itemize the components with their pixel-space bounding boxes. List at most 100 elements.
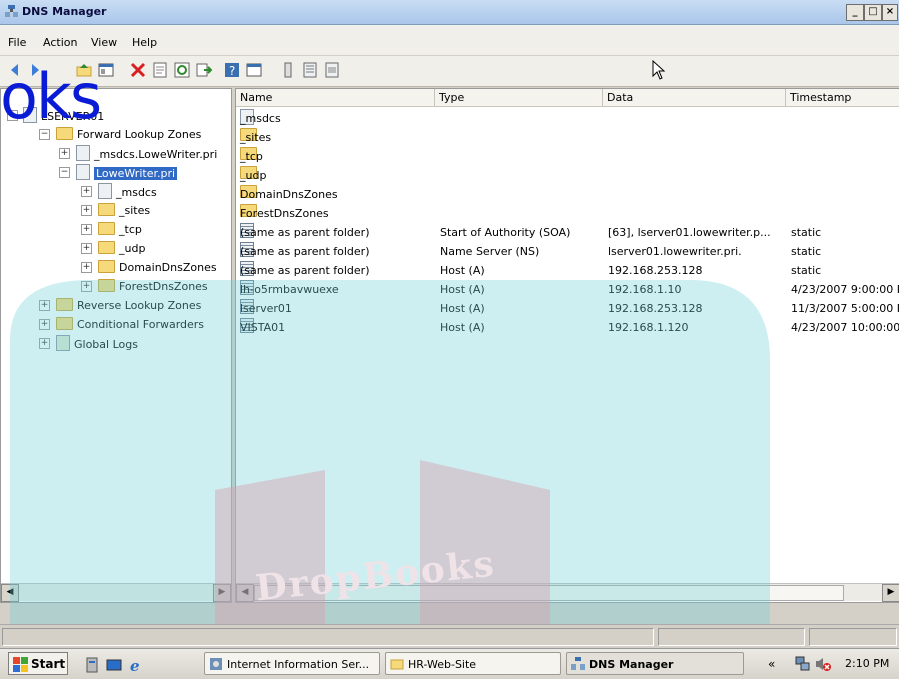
zone-icon <box>76 145 90 161</box>
taskbar-button-dns-manager[interactable]: DNS Manager <box>566 652 744 675</box>
tree-item-lowewriter-pri[interactable]: − LoweWriter.pri <box>59 164 178 181</box>
zone-icon[interactable] <box>302 62 318 78</box>
properties-icon[interactable] <box>152 62 168 78</box>
maximize-button[interactable]: □ <box>864 4 882 21</box>
table-row[interactable]: (same as parent folder) Start of Authori… <box>236 223 899 242</box>
list-horizontal-scrollbar[interactable]: ◀ ▶ <box>236 583 899 602</box>
cell-timestamp: 4/23/2007 10:00:00 <box>791 321 899 334</box>
cell-timestamp: 11/3/2007 5:00:00 P <box>791 302 899 315</box>
list-item[interactable]: _msdcs <box>236 109 899 128</box>
tree-item-udp[interactable]: + _udp <box>81 240 145 257</box>
svg-text:e: e <box>130 657 140 673</box>
forward-icon[interactable] <box>26 62 42 78</box>
record-icon[interactable] <box>324 62 340 78</box>
cell-data: lserver01.lowewriter.pri. <box>608 245 742 258</box>
expand-toggle[interactable]: + <box>81 281 92 292</box>
tree-item-forward-lookup-zones[interactable]: − Forward Lookup Zones <box>39 126 201 143</box>
table-row[interactable]: (same as parent folder) Host (A) 192.168… <box>236 261 899 280</box>
column-header-data[interactable]: Data <box>603 89 786 107</box>
expand-toggle[interactable]: + <box>81 243 92 254</box>
expand-toggle[interactable]: + <box>81 224 92 235</box>
menu-file[interactable]: File <box>8 36 26 49</box>
tree-item-reverse-lookup-zones[interactable]: + Reverse Lookup Zones <box>39 297 201 314</box>
tree-item-conditional-forwarders[interactable]: + Conditional Forwarders <box>39 316 204 333</box>
tree-item-sites[interactable]: + _sites <box>81 202 150 219</box>
folder-icon <box>98 279 115 292</box>
delete-icon[interactable] <box>130 62 146 78</box>
tree-item-domaindnszones[interactable]: + DomainDnsZones <box>81 259 217 276</box>
tree-item-msdcs-zone[interactable]: + _msdcs.LoweWriter.pri <box>59 145 217 162</box>
folder-icon <box>98 203 115 216</box>
results-list[interactable]: Name Type Data Timestamp _msdcs _sites _… <box>235 88 899 603</box>
table-row[interactable]: VISTA01 Host (A) 192.168.1.120 4/23/2007… <box>236 318 899 337</box>
column-header-timestamp[interactable]: Timestamp <box>786 89 899 107</box>
network-icon[interactable] <box>795 656 811 672</box>
close-button[interactable]: × <box>882 4 898 21</box>
table-row[interactable]: (same as parent folder) Name Server (NS)… <box>236 242 899 261</box>
menu-bar: File Action View Help <box>0 25 899 55</box>
tree-item-server[interactable]: − LSERVER01 <box>7 107 104 124</box>
scroll-left-button[interactable]: ◀ <box>1 584 19 602</box>
list-item[interactable]: DomainDnsZones <box>236 185 899 204</box>
collapse-toggle[interactable]: − <box>7 110 18 121</box>
expand-toggle[interactable]: + <box>39 319 50 330</box>
menu-view[interactable]: View <box>91 36 117 49</box>
cell-data: 192.168.1.120 <box>608 321 689 334</box>
dns-manager-icon <box>5 5 18 17</box>
minimize-button[interactable]: _ <box>846 4 864 21</box>
back-icon[interactable] <box>8 62 24 78</box>
volume-muted-icon[interactable] <box>815 656 831 672</box>
expand-toggle[interactable]: + <box>81 262 92 273</box>
tree-item-forestdnszones[interactable]: + ForestDnsZones <box>81 278 208 295</box>
cell-name: _sites <box>240 131 272 144</box>
show-hide-tree-icon[interactable] <box>98 62 114 78</box>
column-header-name[interactable]: Name <box>236 89 435 107</box>
cell-type: Host (A) <box>440 321 485 334</box>
taskbar-button-hr-web-site[interactable]: HR-Web-Site <box>385 652 561 675</box>
toolbar: ? <box>0 56 899 87</box>
expand-toggle[interactable]: + <box>81 186 92 197</box>
taskbar-button-iis[interactable]: Internet Information Ser... <box>204 652 380 675</box>
tray-expand-chevron[interactable]: « <box>768 657 775 671</box>
list-item[interactable]: ForestDnsZones <box>236 204 899 223</box>
expand-toggle[interactable]: + <box>39 300 50 311</box>
expand-toggle[interactable]: + <box>39 338 50 349</box>
internet-explorer-icon[interactable]: e <box>128 657 144 673</box>
scroll-right-button[interactable]: ▶ <box>882 584 899 602</box>
list-item[interactable]: _tcp <box>236 147 899 166</box>
up-folder-icon[interactable] <box>76 62 92 78</box>
server-manager-icon[interactable] <box>84 657 100 673</box>
folder-icon <box>56 127 73 140</box>
export-list-icon[interactable] <box>196 62 212 78</box>
cell-type: Host (A) <box>440 283 485 296</box>
server-icon <box>23 107 37 123</box>
cell-name: _msdcs <box>240 112 281 125</box>
tree-item-global-logs[interactable]: + Global Logs <box>39 335 138 352</box>
start-button[interactable]: Start <box>8 652 68 675</box>
server-icon[interactable] <box>280 62 296 78</box>
collapse-toggle[interactable]: − <box>39 129 50 140</box>
table-row[interactable]: lh-o5rmbavwuexe Host (A) 192.168.1.10 4/… <box>236 280 899 299</box>
list-item[interactable]: _sites <box>236 128 899 147</box>
tree-item-tcp[interactable]: + _tcp <box>81 221 142 238</box>
console-tree[interactable]: − LSERVER01 − Forward Lookup Zones + _msdcs… <box>0 88 232 603</box>
help-icon[interactable]: ? <box>224 62 240 78</box>
console-icon[interactable] <box>246 62 262 78</box>
scroll-thumb[interactable] <box>254 585 844 601</box>
expand-toggle[interactable]: + <box>59 148 70 159</box>
tree-item-msdcs[interactable]: + _msdcs <box>81 183 157 200</box>
menu-help[interactable]: Help <box>132 36 157 49</box>
expand-toggle[interactable]: + <box>81 205 92 216</box>
clock[interactable]: 2:10 PM <box>845 657 889 670</box>
scroll-right-button[interactable]: ▶ <box>213 584 231 602</box>
scroll-left-button[interactable]: ◀ <box>236 584 254 602</box>
column-header-type[interactable]: Type <box>435 89 603 107</box>
show-desktop-icon[interactable] <box>106 657 122 673</box>
tree-horizontal-scrollbar[interactable]: ◀ ▶ <box>1 583 231 602</box>
menu-action[interactable]: Action <box>43 36 77 49</box>
table-row[interactable]: lserver01 Host (A) 192.168.253.128 11/3/… <box>236 299 899 318</box>
list-item[interactable]: _udp <box>236 166 899 185</box>
title-bar[interactable]: DNS Manager _ □ × <box>0 0 899 25</box>
refresh-icon[interactable] <box>174 62 190 78</box>
collapse-toggle[interactable]: − <box>59 167 70 178</box>
